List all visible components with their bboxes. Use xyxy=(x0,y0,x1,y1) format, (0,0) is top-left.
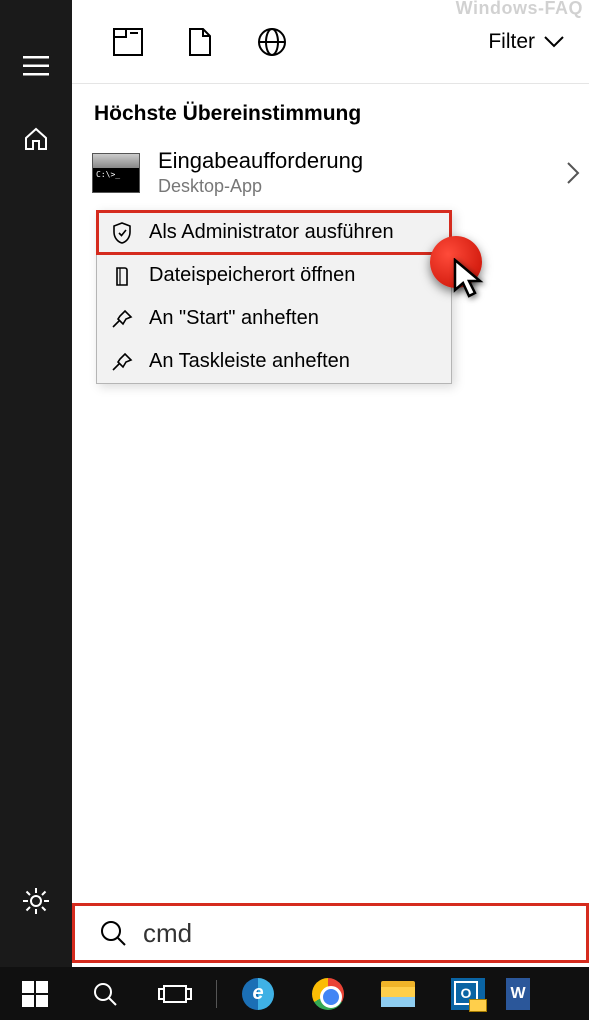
home-button[interactable] xyxy=(0,102,72,174)
cursor-icon xyxy=(452,258,490,302)
word-icon: W xyxy=(506,978,530,1010)
filter-apps-button[interactable] xyxy=(92,0,164,84)
result-expand-button[interactable] xyxy=(565,160,581,186)
filter-documents-button[interactable] xyxy=(164,0,236,84)
home-icon xyxy=(22,124,50,152)
context-item-label: Dateispeicherort öffnen xyxy=(149,264,355,287)
taskbar-app-chrome[interactable] xyxy=(293,967,363,1020)
taskbar-search-button[interactable] xyxy=(70,967,140,1020)
filter-label: Filter xyxy=(488,30,535,54)
context-item-label: An Taskleiste anheften xyxy=(149,350,350,373)
pin-icon xyxy=(111,352,133,372)
chrome-icon xyxy=(312,978,344,1010)
result-subtitle: Desktop-App xyxy=(158,176,363,197)
search-box[interactable] xyxy=(72,903,589,963)
context-item-run-as-admin[interactable]: Als Administrator ausführen xyxy=(97,211,451,254)
context-item-label: Als Administrator ausführen xyxy=(149,221,394,244)
task-view-icon xyxy=(158,982,192,1006)
globe-icon xyxy=(257,27,287,57)
pin-icon xyxy=(111,309,133,329)
task-view-button[interactable] xyxy=(140,967,210,1020)
search-panel: Filter Höchste Übereinstimmung Eingabeau… xyxy=(72,0,589,967)
start-button[interactable] xyxy=(0,967,70,1020)
chevron-down-icon xyxy=(543,35,565,49)
taskbar: W xyxy=(0,967,589,1020)
hamburger-menu-button[interactable] xyxy=(0,30,72,102)
search-icon xyxy=(92,981,118,1007)
apps-icon xyxy=(113,28,143,56)
taskbar-app-explorer[interactable] xyxy=(363,967,433,1020)
result-title: Eingabeaufforderung xyxy=(158,148,363,174)
context-item-pin-start[interactable]: An "Start" anheften xyxy=(97,297,451,340)
watermark-text: Windows-FAQ xyxy=(456,0,583,19)
chevron-right-icon xyxy=(565,160,581,186)
context-item-pin-taskbar[interactable]: An Taskleiste anheften xyxy=(97,340,451,383)
taskbar-app-edge[interactable] xyxy=(223,967,293,1020)
best-match-header: Höchste Übereinstimmung xyxy=(72,84,589,134)
taskbar-divider xyxy=(216,980,217,1008)
filter-dropdown[interactable]: Filter xyxy=(484,30,569,54)
settings-button[interactable] xyxy=(0,865,72,937)
cmd-app-icon xyxy=(92,153,140,193)
taskbar-app-word[interactable]: W xyxy=(503,967,533,1020)
filter-web-button[interactable] xyxy=(236,0,308,84)
file-explorer-icon xyxy=(381,981,415,1007)
context-item-label: An "Start" anheften xyxy=(149,307,319,330)
hamburger-icon xyxy=(23,56,49,76)
edge-icon xyxy=(242,978,274,1010)
cortana-sidebar xyxy=(0,0,72,967)
folder-open-icon xyxy=(111,265,133,287)
taskbar-app-outlook[interactable] xyxy=(433,967,503,1020)
windows-logo-icon xyxy=(22,981,48,1007)
document-icon xyxy=(188,27,212,57)
gear-icon xyxy=(21,886,51,916)
search-input[interactable] xyxy=(143,918,562,949)
search-result-cmd[interactable]: Eingabeaufforderung Desktop-App xyxy=(72,134,589,211)
context-menu: Als Administrator ausführen Dateispeiche… xyxy=(96,210,452,384)
shield-icon xyxy=(111,222,133,244)
outlook-icon xyxy=(451,978,485,1010)
search-icon xyxy=(99,919,127,947)
context-item-open-location[interactable]: Dateispeicherort öffnen xyxy=(97,254,451,297)
